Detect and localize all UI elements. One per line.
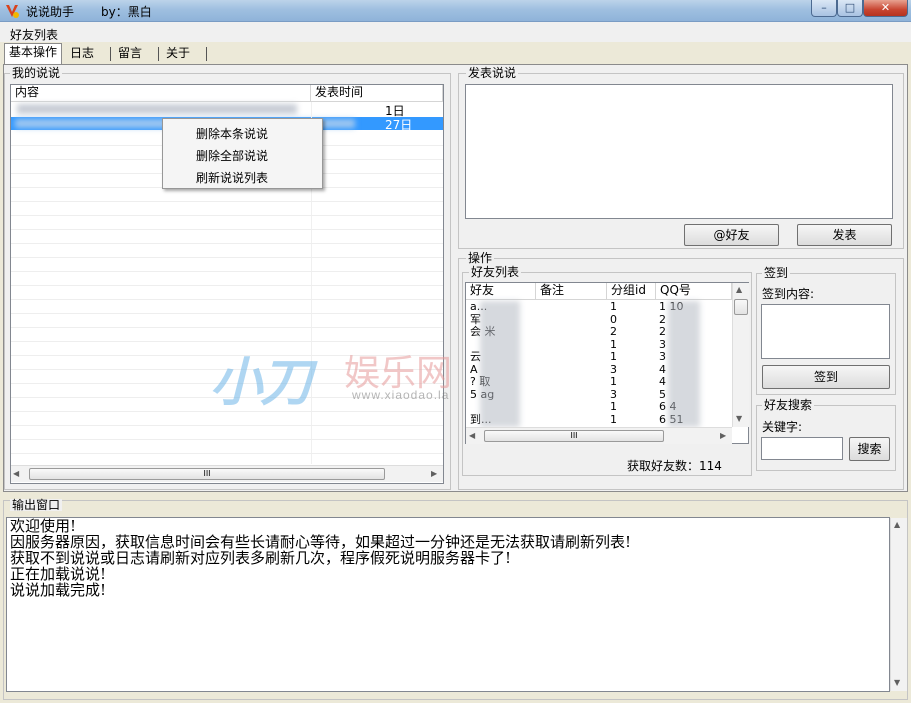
scroll-up-icon[interactable]: ▲: [894, 520, 900, 529]
scroll-thumb[interactable]: III: [29, 468, 385, 480]
at-friend-button[interactable]: @好友: [684, 224, 779, 246]
friend-group: 1: [610, 400, 617, 413]
menu-delete-all-posts[interactable]: 删除全部说说: [196, 147, 268, 164]
keyword-label: 关键字:: [762, 420, 803, 434]
friend-horizontal-scrollbar[interactable]: ◀ III ▶: [466, 427, 732, 444]
friend-search-label: 好友搜索: [762, 398, 815, 412]
checkin-button[interactable]: 签到: [762, 365, 890, 389]
author-label: by：黑白: [101, 5, 152, 19]
blurred-content: [17, 104, 297, 114]
log-line: 正在加载说说!: [10, 565, 107, 583]
scroll-left-icon[interactable]: ◀: [469, 431, 475, 440]
friend-list-table[interactable]: 好友 备注 分组id QQ号 a...11 10 军02 会 米22 13 云1…: [465, 282, 749, 444]
friend-group: 2: [610, 325, 617, 338]
app-logo-icon: [6, 5, 19, 18]
friend-qq: 3: [659, 350, 666, 363]
my-posts-label: 我的说说: [10, 66, 63, 80]
minimize-button[interactable]: –: [811, 0, 837, 17]
maximize-button[interactable]: □: [837, 0, 863, 17]
column-header-content[interactable]: 内容: [11, 85, 311, 101]
scroll-thumb[interactable]: [734, 299, 748, 315]
close-button[interactable]: ✕: [863, 0, 908, 17]
post-time: 27日: [385, 118, 413, 132]
column-header-group-id[interactable]: 分组id: [607, 283, 656, 299]
scroll-thumb[interactable]: III: [484, 430, 664, 442]
friend-group: 1: [610, 412, 617, 426]
publish-button[interactable]: 发表: [797, 224, 892, 246]
privacy-blur: [668, 301, 700, 427]
search-button[interactable]: 搜索: [849, 437, 890, 461]
publish-textarea[interactable]: [465, 84, 893, 219]
tab-log[interactable]: 日志: [66, 45, 98, 63]
header-divider: [466, 299, 732, 300]
menu-friend-list[interactable]: 好友列表: [10, 26, 58, 43]
friend-group: 1: [610, 350, 617, 363]
friend-rows: a...11 10 军02 会 米22 13 云13 A34 ? 取14 5 a…: [466, 300, 732, 427]
window-title: 说说助手: [26, 5, 75, 19]
menu-bar: [0, 22, 911, 42]
privacy-blur: [480, 301, 520, 427]
scroll-up-icon[interactable]: ▲: [736, 285, 742, 294]
scroll-right-icon[interactable]: ▶: [431, 469, 437, 478]
column-header-time[interactable]: 发表时间: [311, 85, 443, 101]
scroll-down-icon[interactable]: ▼: [894, 678, 900, 687]
scroll-down-icon[interactable]: ▼: [736, 414, 742, 423]
log-line: 欢迎使用!: [10, 517, 77, 535]
friend-group: 1: [610, 375, 617, 388]
checkin-content-label: 签到内容:: [762, 287, 815, 301]
output-log[interactable]: 欢迎使用! 因服务器原因，获取信息时间会有些长请耐心等待，如果超过一分钟还是无法…: [6, 517, 890, 692]
posts-horizontal-scrollbar[interactable]: ◀ III ▶: [11, 465, 443, 482]
publish-label: 发表说说: [466, 66, 519, 80]
friend-qq: 4: [659, 375, 666, 388]
tab-separator: [206, 47, 207, 61]
scroll-right-icon[interactable]: ▶: [720, 431, 726, 440]
keyword-input[interactable]: [761, 437, 843, 460]
menu-refresh-posts[interactable]: 刷新说说列表: [196, 169, 268, 186]
log-line: 说说加载完成!: [10, 581, 107, 599]
checkin-label: 签到: [762, 266, 791, 280]
tab-separator: [110, 47, 111, 61]
friend-qq: 2: [659, 325, 666, 338]
menu-delete-this-post[interactable]: 删除本条说说: [196, 125, 268, 142]
column-header-friend[interactable]: 好友: [466, 283, 536, 299]
tab-about[interactable]: 关于: [162, 45, 194, 63]
tab-separator: [158, 47, 159, 61]
tab-message[interactable]: 留言: [114, 45, 146, 63]
output-label: 输出窗口: [10, 498, 63, 512]
column-header-note[interactable]: 备注: [536, 283, 607, 299]
scroll-left-icon[interactable]: ◀: [13, 469, 19, 478]
checkin-content-input[interactable]: [761, 304, 890, 359]
friend-group: 1: [610, 300, 617, 313]
friend-vertical-scrollbar[interactable]: ▲ ▼: [732, 283, 749, 427]
tab-basic-ops[interactable]: 基本操作: [4, 43, 63, 64]
context-menu: 删除本条说说 删除全部说说 刷新说说列表: [162, 118, 323, 189]
output-vertical-scrollbar[interactable]: ▲ ▼: [890, 518, 907, 691]
operations-label: 操作: [466, 251, 495, 265]
post-row-1[interactable]: 1日: [11, 102, 443, 118]
friend-count-text: 获取好友数：114: [627, 459, 722, 473]
friend-list-label: 好友列表: [469, 265, 522, 279]
log-line: 获取不到说说或日志请刷新对应列表多刷新几次，程序假死说明服务器卡了!: [10, 549, 512, 567]
column-header-qq[interactable]: QQ号: [656, 283, 732, 299]
log-line: 因服务器原因，获取信息时间会有些长请耐心等待，如果超过一分钟还是无法获取请刷新列…: [10, 533, 632, 551]
